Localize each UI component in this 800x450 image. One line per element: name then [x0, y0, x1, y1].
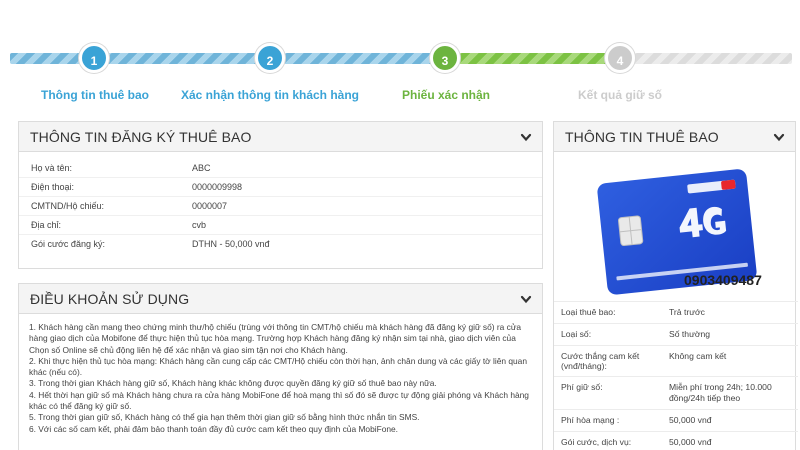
info-value: ABC [192, 162, 211, 173]
info-value: cvb [192, 220, 207, 230]
info-label: Địa chỉ: [31, 220, 62, 230]
info-row-phone: Điện thoại: 0000009998 [19, 177, 542, 196]
detail-label: Gói cước, dịch vụ: [561, 437, 632, 447]
info-label: Họ và tên: [31, 162, 73, 173]
info-row-id-number: CMTND/Hộ chiếu: 0000007 [19, 196, 542, 215]
detail-row-number-type: Loại số: Số thường [554, 323, 798, 345]
sim-phone-number: 0903409487 [684, 272, 762, 288]
detail-row-hold-fee: Phí giữ số: Miễn phí trong 24h; 10.000 đ… [554, 376, 798, 409]
detail-row-commitment: Cước thắng cam kết (vnđ/tháng): Không ca… [554, 345, 798, 376]
detail-label: Phí giữ số: [561, 382, 603, 392]
detail-label: Phí hòa mạng : [561, 415, 620, 425]
subscriber-info-panel: THÔNG TIN THUÊ BAO 0903409487 Loại thuê … [553, 121, 798, 450]
step-2-circle[interactable]: 2 [255, 43, 285, 73]
detail-row-package: Gói cước, dịch vụ: 50,000 vnđ [554, 431, 798, 450]
step-4-label: Kết quả giữ số [577, 88, 663, 102]
step-2-label[interactable]: Xác nhận thông tin khách hàng [181, 88, 359, 102]
step-1-label[interactable]: Thông tin thuê bao [41, 88, 149, 102]
subscriber-panel-title: THÔNG TIN THUÊ BAO [565, 128, 719, 145]
chevron-down-icon[interactable] [519, 130, 533, 144]
info-label: Gói cước đăng ký: [31, 239, 105, 249]
stepper-track-pending [620, 53, 792, 64]
terms-item-5: 5. Trong thời gian giữ số, Khách hàng có… [29, 412, 420, 423]
progress-stepper: 1 2 3 4 Thông tin thuê bao Xác nhận thôn… [0, 0, 800, 112]
terms-panel: ĐIỀU KHOẢN SỬ DỤNG 1. Khách hàng cần man… [18, 283, 543, 450]
step-3-circle: 3 [430, 43, 460, 73]
terms-item-6: 6. Với các số cam kết, phải đảm bảo than… [29, 423, 399, 434]
terms-panel-title: ĐIỀU KHOẢN SỬ DỤNG [30, 290, 190, 307]
terms-body: 1. Khách hàng cần mang theo chứng minh t… [19, 314, 542, 443]
detail-label: Cước thắng cam kết (vnđ/tháng): [561, 351, 640, 371]
chevron-down-icon[interactable] [519, 292, 533, 306]
info-label: CMTND/Hộ chiếu: [31, 201, 105, 211]
registration-info-panel: THÔNG TIN ĐĂNG KÝ THUÊ BAO Họ và tên: AB… [18, 121, 543, 269]
detail-value: Miễn phí trong 24h; 10.000 đồng/24h tiếp… [669, 382, 772, 403]
terms-item-1: 1. Khách hàng cần mang theo chứng minh t… [29, 322, 522, 355]
registration-panel-title: THÔNG TIN ĐĂNG KÝ THUÊ BAO [30, 128, 252, 145]
terms-item-3: 3. Trong thời gian Khách hàng giữ số, Kh… [29, 378, 437, 389]
terms-panel-header[interactable]: ĐIỀU KHOẢN SỬ DỤNG [19, 284, 542, 314]
subscriber-panel-header[interactable]: THÔNG TIN THUÊ BAO [554, 122, 795, 152]
detail-value: 50,000 vnđ [669, 437, 712, 447]
step-1-circle[interactable]: 1 [79, 43, 109, 73]
step-3-label: Phiếu xác nhận [401, 88, 491, 102]
info-value: 0000007 [192, 201, 228, 211]
terms-item-2: 2. Khi thực hiện thủ tục hòa mạng: Khách… [29, 355, 527, 378]
detail-row-activation-fee: Phí hòa mạng : 50,000 vnđ [554, 409, 798, 431]
subscriber-details: Loại thuê bao: Trả trước Loại số: Số thư… [554, 301, 798, 450]
detail-value: Không cam kết [669, 351, 727, 361]
detail-label: Loại số: [561, 329, 592, 339]
step-4-circle: 4 [605, 43, 635, 73]
terms-item-4: 4. Hết thời hạn giữ số mà Khách hàng chư… [29, 389, 529, 412]
detail-row-subscriber-type: Loại thuê bao: Trả trước [554, 301, 798, 323]
detail-value: 50,000 vnđ [669, 415, 712, 425]
detail-value: Trả trước [669, 307, 705, 317]
info-value: DTHN - 50,000 vnđ [192, 239, 270, 249]
stepper-track-completed-2 [270, 53, 445, 64]
chevron-down-icon[interactable] [772, 130, 786, 144]
info-value: 0000009998 [192, 182, 243, 192]
info-row-name: Họ và tên: ABC [19, 158, 542, 177]
registration-panel-header[interactable]: THÔNG TIN ĐĂNG KÝ THUÊ BAO [19, 122, 542, 152]
stepper-track-completed-1 [10, 53, 280, 64]
stepper-track-current [445, 53, 620, 64]
detail-label: Loại thuê bao: [561, 307, 616, 317]
info-label: Điện thoại: [31, 182, 75, 192]
info-row-package: Gói cước đăng ký: DTHN - 50,000 vnđ [19, 234, 542, 253]
detail-value: Số thường [669, 329, 711, 339]
info-row-address: Địa chỉ: cvb [19, 215, 542, 234]
registration-rows: Họ và tên: ABC Điện thoại: 0000009998 CM… [19, 152, 542, 253]
